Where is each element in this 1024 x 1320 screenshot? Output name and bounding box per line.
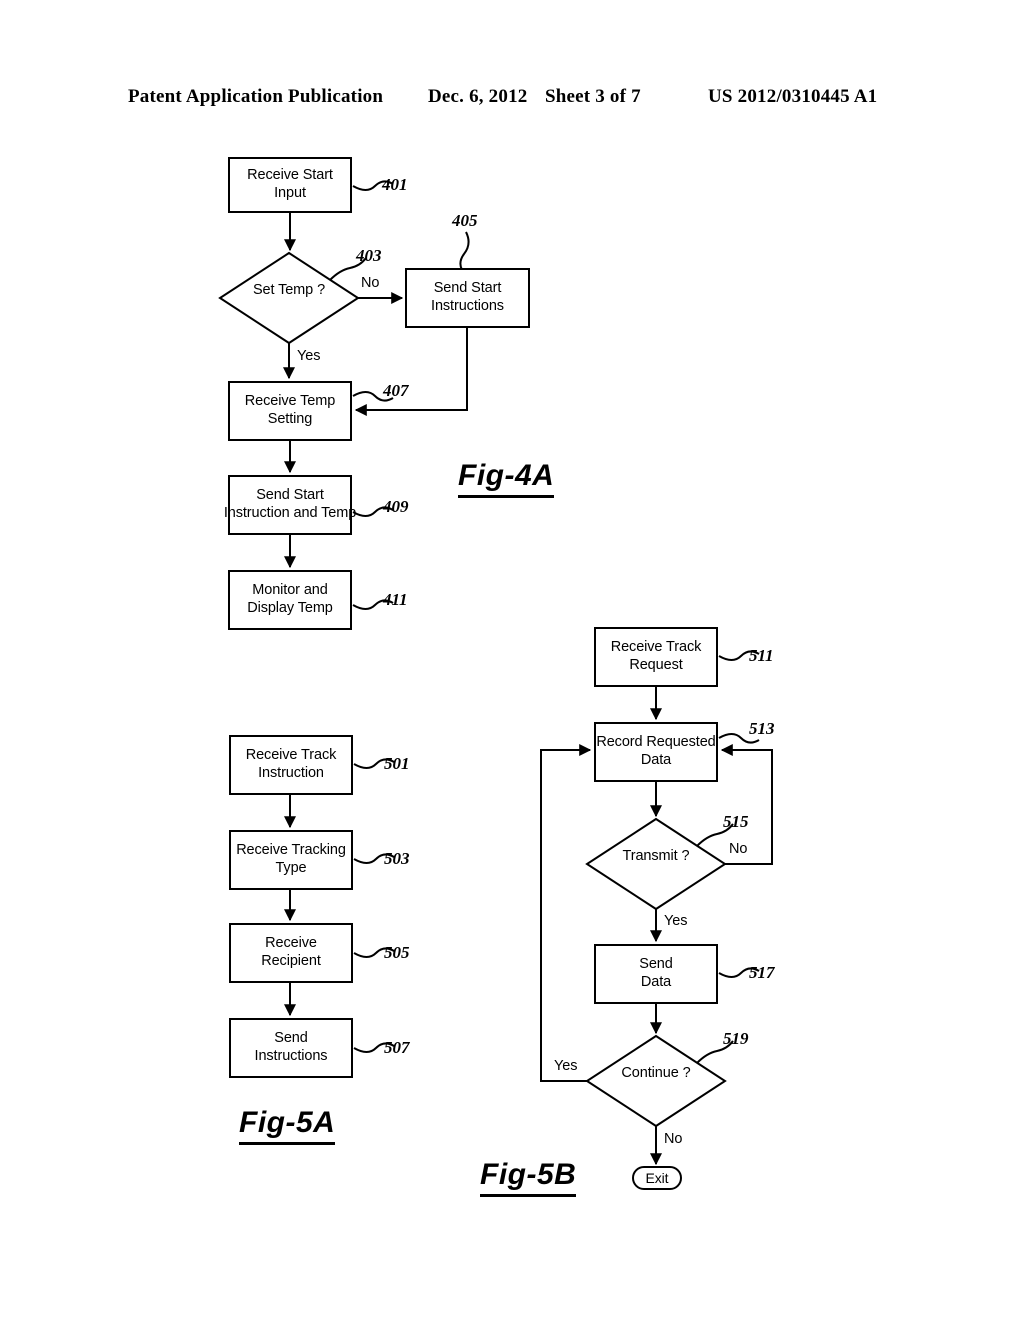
node-405-line-2: Instructions xyxy=(431,298,504,314)
node-505-line-2: Recipient xyxy=(261,953,321,969)
edge-label-519-yes: Yes xyxy=(554,1058,578,1074)
flow-node-517[interactable]: Send Data xyxy=(594,944,718,1004)
ref-numeral-511: 511 xyxy=(749,646,774,665)
edge-519-yes-513 xyxy=(540,744,592,1082)
flow-node-401[interactable]: Receive Start Input xyxy=(228,157,352,213)
node-409-line-1: Send Start xyxy=(256,487,324,504)
figure-caption-5b: Fig-5B xyxy=(480,1158,577,1197)
node-517-line-2: Data xyxy=(640,974,672,990)
flow-node-513[interactable]: Record Requested Data xyxy=(594,722,718,782)
ref-numeral-403: 403 xyxy=(356,246,382,265)
node-407-line-2: Setting xyxy=(267,411,313,427)
ref-numeral-401: 401 xyxy=(382,175,408,194)
drawing-sheet: Receive Start Input 401 Set Temp ? 403 N… xyxy=(0,0,1024,1320)
flow-node-411[interactable]: Monitor and Display Temp xyxy=(228,570,352,630)
node-507-line-2: Instructions xyxy=(254,1048,328,1064)
connector-layer xyxy=(218,180,773,1166)
edge-label-403-no: No xyxy=(361,275,380,291)
node-409-line-2: Instruction and Temp xyxy=(223,505,357,521)
decision-shape-515 xyxy=(585,817,727,911)
node-401-line-2: Input xyxy=(274,185,306,201)
node-401-line-1: Receive Start xyxy=(247,167,333,184)
ref-numeral-503: 503 xyxy=(384,849,410,868)
ref-numeral-411: 411 xyxy=(383,590,408,609)
node-411-line-1: Monitor and xyxy=(252,582,328,599)
flow-node-501[interactable]: Receive Track Instruction xyxy=(229,735,353,795)
ref-numeral-405: 405 xyxy=(452,211,478,230)
flow-node-503[interactable]: Receive Tracking Type xyxy=(229,830,353,890)
node-405-line-1: Send Start xyxy=(433,280,502,297)
flow-node-409[interactable]: Send Start Instruction and Temp xyxy=(224,475,356,535)
ref-numeral-517: 517 xyxy=(749,963,775,982)
flow-node-511[interactable]: Receive Track Request xyxy=(594,627,718,687)
node-501-line-1: Receive Track xyxy=(245,747,337,764)
node-507-line-1: Send xyxy=(274,1030,308,1047)
node-503-line-1: Receive Tracking xyxy=(236,842,346,859)
edge-405-407 xyxy=(354,328,468,416)
node-503-line-2: Type xyxy=(275,860,307,876)
flow-node-405[interactable]: Send Start Instructions xyxy=(405,268,530,328)
ref-numeral-409: 409 xyxy=(383,497,409,516)
decision-shape-403 xyxy=(218,251,360,345)
ref-numeral-513: 513 xyxy=(749,719,775,738)
leader-405 xyxy=(459,231,470,271)
node-exit-label: Exit xyxy=(645,1170,669,1186)
node-501-line-2: Instruction xyxy=(258,765,324,781)
node-517-line-1: Send xyxy=(639,956,673,973)
figure-caption-4a: Fig-4A xyxy=(458,459,555,498)
flow-node-exit[interactable]: Exit xyxy=(632,1166,682,1190)
node-511-line-1: Receive Track xyxy=(610,639,702,656)
ref-numeral-407: 407 xyxy=(383,381,409,400)
edge-label-403-yes: Yes xyxy=(297,348,321,364)
node-407-line-1: Receive Temp xyxy=(244,393,336,410)
flow-node-507[interactable]: Send Instructions xyxy=(229,1018,353,1078)
ref-numeral-505: 505 xyxy=(384,943,410,962)
decision-shape-519 xyxy=(585,1034,727,1128)
edge-label-515-yes: Yes xyxy=(664,913,688,929)
node-513-line-2: Data xyxy=(640,752,672,768)
ref-numeral-519: 519 xyxy=(723,1029,749,1048)
flow-node-407[interactable]: Receive Temp Setting xyxy=(228,381,352,441)
node-411-line-2: Display Temp xyxy=(247,600,333,616)
flow-node-505[interactable]: Receive Recipient xyxy=(229,923,353,983)
node-505-line-1: Receive xyxy=(265,935,317,952)
edge-label-519-no: No xyxy=(664,1131,683,1147)
ref-numeral-515: 515 xyxy=(723,812,749,831)
node-511-line-2: Request xyxy=(629,657,683,673)
figure-caption-5a: Fig-5A xyxy=(239,1106,336,1145)
edge-label-515-no: No xyxy=(729,841,748,857)
node-513-line-1: Record Requested xyxy=(596,734,716,751)
ref-numeral-501: 501 xyxy=(384,754,410,773)
ref-numeral-507: 507 xyxy=(384,1038,410,1057)
